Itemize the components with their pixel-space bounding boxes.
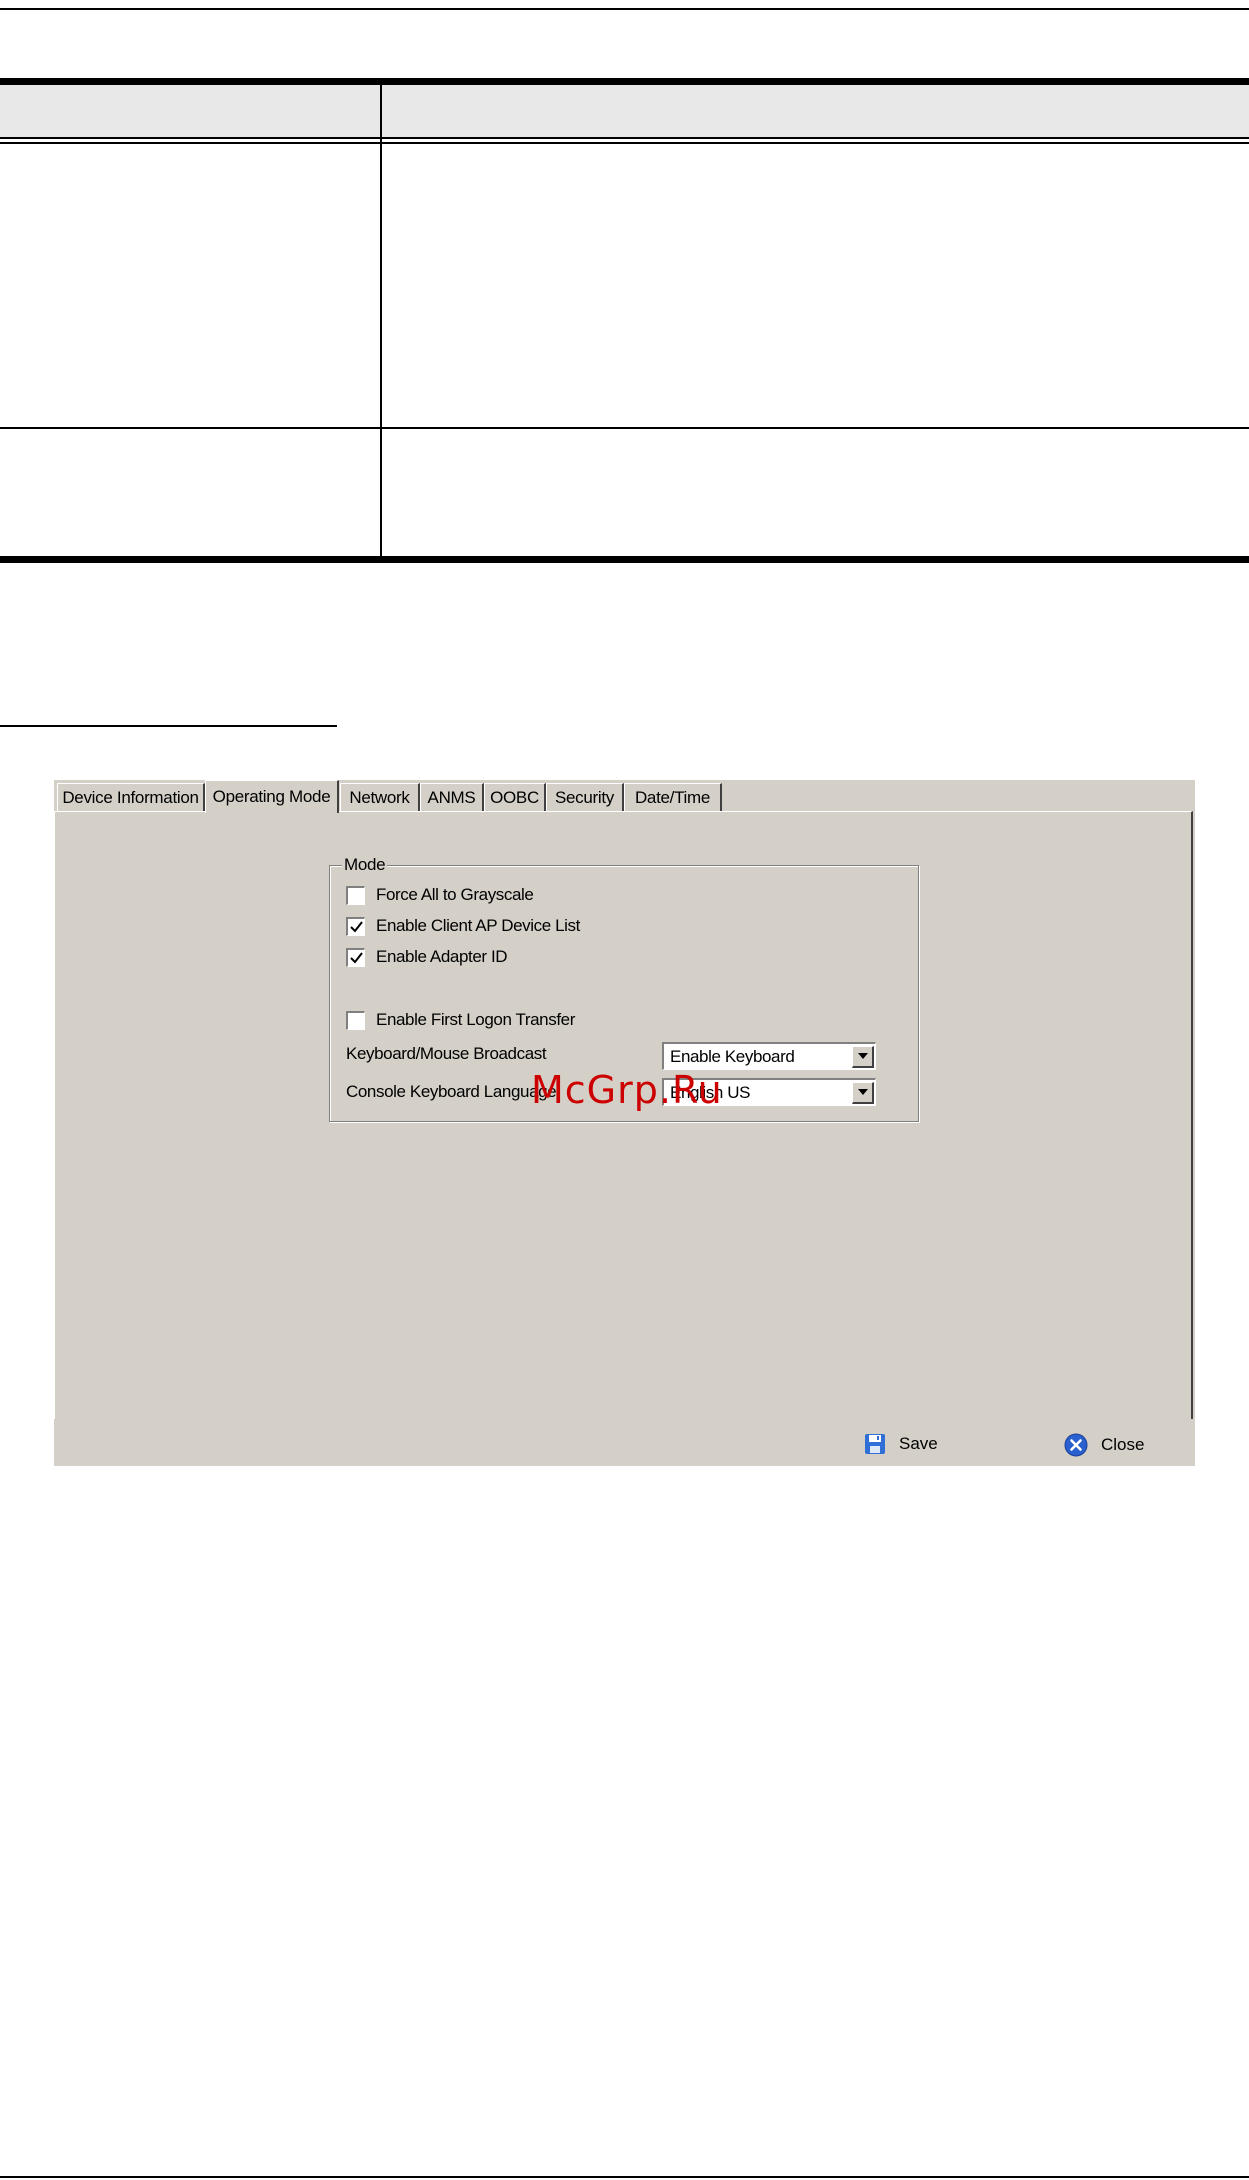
mode-group-title: Mode	[342, 855, 388, 875]
first-logon-transfer-option[interactable]: Enable First Logon Transfer	[346, 1010, 575, 1030]
first-logon-transfer-checkbox[interactable]	[346, 1010, 365, 1030]
table-row-divider	[0, 427, 1249, 429]
adapter-id-option[interactable]: Enable Adapter ID	[346, 947, 508, 967]
broadcast-select[interactable]: Enable Keyboard	[662, 1042, 876, 1070]
tab-security[interactable]: Security	[546, 783, 624, 811]
chevron-down-icon	[857, 1053, 868, 1059]
manual-table	[0, 78, 1249, 565]
tab-strip: Device Information Operating Mode Networ…	[54, 780, 1195, 813]
broadcast-select-value: Enable Keyboard	[670, 1046, 795, 1066]
force-grayscale-checkbox[interactable]	[346, 885, 365, 905]
page-top-rule	[0, 8, 1249, 10]
table-header-rule	[0, 137, 1249, 139]
table-top-border	[0, 78, 1249, 85]
table-header-rule-double	[0, 142, 1249, 144]
force-grayscale-label: Force All to Grayscale	[376, 885, 534, 904]
language-label: Console Keyboard Language	[346, 1082, 557, 1101]
adapter-id-label: Enable Adapter ID	[376, 947, 508, 966]
tab-device-information[interactable]: Device Information	[57, 783, 205, 811]
dialog-action-bar: Save Close	[54, 1419, 1195, 1466]
client-ap-device-list-option[interactable]: Enable Client AP Device List	[346, 916, 580, 936]
table-column-divider	[380, 85, 382, 556]
first-logon-transfer-label: Enable First Logon Transfer	[376, 1010, 575, 1029]
watermark-text: McGrp.Ru	[531, 1068, 723, 1112]
checkmark-icon	[349, 951, 363, 964]
floppy-disk-icon	[865, 1434, 885, 1454]
close-button[interactable]: Close	[1064, 1433, 1144, 1457]
tab-date-time[interactable]: Date/Time	[624, 783, 722, 811]
save-label: Save	[899, 1434, 938, 1453]
tab-panel: Mode Force All to Grayscale Enable Clien…	[54, 811, 1193, 1451]
close-label: Close	[1101, 1435, 1145, 1454]
save-button[interactable]: Save	[864, 1433, 938, 1455]
checkmark-icon	[349, 920, 363, 933]
operating-mode-dialog: Device Information Operating Mode Networ…	[54, 780, 1195, 1466]
language-dropdown-button[interactable]	[852, 1081, 874, 1104]
close-icon	[1064, 1433, 1088, 1457]
tab-oobc[interactable]: OOBC	[484, 783, 546, 811]
adapter-id-checkbox[interactable]	[346, 947, 365, 967]
section-heading-underline	[0, 725, 337, 727]
client-ap-device-list-checkbox[interactable]	[346, 916, 365, 936]
force-grayscale-option[interactable]: Force All to Grayscale	[346, 885, 534, 905]
broadcast-dropdown-button[interactable]	[852, 1045, 874, 1068]
chevron-down-icon	[857, 1089, 868, 1095]
tab-operating-mode[interactable]: Operating Mode	[205, 780, 339, 813]
page-bottom-rule	[0, 2176, 1249, 2178]
tab-network[interactable]: Network	[340, 783, 420, 811]
table-bottom-border	[0, 556, 1249, 563]
tab-anms[interactable]: ANMS	[420, 783, 484, 811]
client-ap-device-list-label: Enable Client AP Device List	[376, 916, 580, 935]
broadcast-label: Keyboard/Mouse Broadcast	[346, 1044, 547, 1063]
table-header	[0, 85, 1249, 138]
